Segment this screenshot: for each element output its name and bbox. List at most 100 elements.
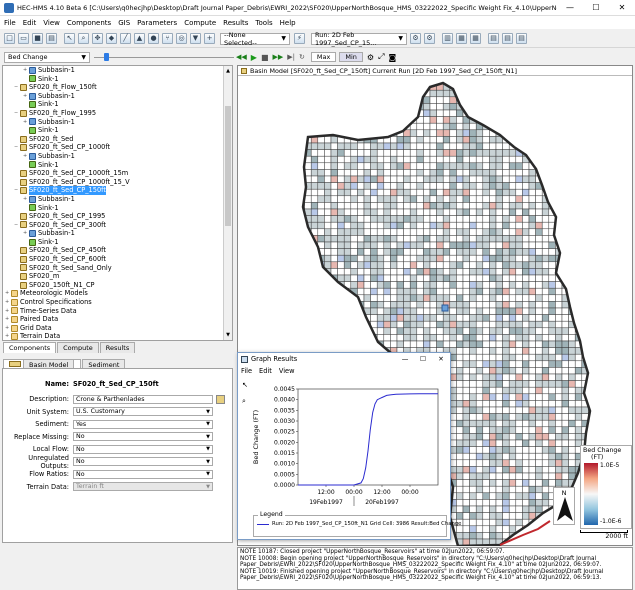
- skip-end-icon[interactable]: ▶|: [287, 53, 295, 61]
- graph-menu-edit[interactable]: Edit: [259, 367, 272, 375]
- time-slider[interactable]: [94, 52, 234, 63]
- scroll-thumb[interactable]: [225, 106, 231, 226]
- edit-description-button[interactable]: [216, 394, 225, 404]
- min-button[interactable]: Min: [339, 52, 363, 62]
- tree-basin-item[interactable]: SF020_m: [5, 272, 220, 281]
- tree-element-item[interactable]: Sink-1: [5, 126, 220, 135]
- tree-basin-item[interactable]: SF020_ft_Sed_CP_1995: [5, 212, 220, 221]
- tree-basin-item[interactable]: SF020_150ft_N1_CP: [5, 281, 220, 290]
- property-select[interactable]: Terrain ft ▼: [73, 482, 213, 491]
- stop-icon[interactable]: ■: [261, 53, 269, 62]
- junction-tool-icon[interactable]: ●: [148, 33, 159, 44]
- property-select[interactable]: No ▼: [73, 444, 213, 454]
- tree-basin-item[interactable]: − SF020_ft_Flow_1995: [5, 109, 220, 118]
- property-select[interactable]: No ▼: [73, 457, 213, 466]
- new-file-icon[interactable]: □: [4, 33, 15, 44]
- menu-help[interactable]: Help: [280, 19, 296, 27]
- tree-basin-item[interactable]: SF020_ft_Sed: [5, 135, 220, 144]
- tree-folder-item[interactable]: + Terrain Data: [5, 332, 220, 340]
- tree-basin-item[interactable]: SF020_ft_Sed_Sand_Only: [5, 264, 220, 273]
- tree-basin-item[interactable]: − SF020_ft_Sed_CP_150ft: [5, 186, 220, 195]
- menu-compute[interactable]: Compute: [184, 19, 216, 27]
- menu-view[interactable]: View: [43, 19, 60, 27]
- step-back-icon[interactable]: ◀◀: [236, 53, 247, 61]
- graph-menu-file[interactable]: File: [241, 367, 252, 375]
- description-field[interactable]: Crone & Parthenlades: [73, 394, 213, 404]
- tree-basin-item[interactable]: SF020_ft_Sed_CP_1000ft_15_V: [5, 178, 220, 187]
- settings-icon[interactable]: ⚙: [367, 53, 374, 62]
- scroll-up-icon[interactable]: ▲: [225, 68, 231, 74]
- tree-element-item[interactable]: Sink-1: [5, 161, 220, 170]
- tree-scrollbar[interactable]: ▲ ▼: [223, 66, 232, 340]
- tree-basin-item[interactable]: − SF020_ft_Sed_CP_1000ft: [5, 143, 220, 152]
- tree-element-item[interactable]: + Subbasin-1: [5, 152, 220, 161]
- minimize-button[interactable]: —: [557, 3, 583, 12]
- compute-icon[interactable]: ⚡: [294, 33, 305, 44]
- results-grid-icon[interactable]: ▤: [516, 33, 527, 44]
- loop-icon[interactable]: ↻: [299, 53, 305, 61]
- tree-element-item[interactable]: + Subbasin-1: [5, 229, 220, 238]
- graph-pointer-icon[interactable]: ↖: [242, 381, 248, 389]
- compute-all-icon[interactable]: ⚙: [424, 33, 435, 44]
- save-icon[interactable]: ■: [32, 33, 43, 44]
- property-select[interactable]: No ▼: [73, 432, 213, 441]
- tree-element-item[interactable]: + Subbasin-1: [5, 118, 220, 127]
- pointer-tool-icon[interactable]: ↖: [64, 33, 75, 44]
- camera-icon[interactable]: ◙: [388, 53, 396, 62]
- tab-results[interactable]: Results: [99, 342, 136, 353]
- subbasin-marker[interactable]: [441, 304, 449, 312]
- tree-element-item[interactable]: Sink-1: [5, 238, 220, 247]
- graph-menu-view[interactable]: View: [279, 367, 295, 375]
- property-select[interactable]: Yes ▼: [73, 419, 213, 429]
- tree-element-item[interactable]: + Subbasin-1: [5, 92, 220, 101]
- property-select[interactable]: U.S. Customary ▼: [73, 407, 213, 416]
- tab-compute[interactable]: Compute: [57, 342, 99, 353]
- tree-folder-item[interactable]: + Control Specifications: [5, 298, 220, 307]
- menu-file[interactable]: File: [4, 19, 16, 27]
- tree-basin-item[interactable]: SF020_ft_Sed_CP_450ft: [5, 246, 220, 255]
- graph-results-window[interactable]: Graph Results — ☐ ✕ File Edit View ↖ ⌕ 0…: [237, 352, 461, 540]
- tree-element-item[interactable]: + Subbasin-1: [5, 195, 220, 204]
- graph-minimize-button[interactable]: —: [396, 355, 414, 363]
- slider-thumb[interactable]: [104, 52, 109, 61]
- tab-components[interactable]: Components: [3, 342, 57, 353]
- tree-element-item[interactable]: Sink-1: [5, 75, 220, 84]
- graph-zoom-icon[interactable]: ⌕: [242, 397, 246, 406]
- tree-basin-item[interactable]: − SF020_ft_Flow_150ft: [5, 83, 220, 92]
- pan-tool-icon[interactable]: ✥: [92, 33, 103, 44]
- map-layer-combo[interactable]: Bed Change ▼: [4, 51, 90, 63]
- tree-folder-item[interactable]: + Meteorologic Models: [5, 289, 220, 298]
- tree-basin-item[interactable]: SF020_ft_Sed_CP_600ft: [5, 255, 220, 264]
- open-folder-icon[interactable]: ▭: [18, 33, 29, 44]
- play-icon[interactable]: ▶: [251, 53, 257, 62]
- tree-element-item[interactable]: Sink-1: [5, 100, 220, 109]
- run-select-combo[interactable]: Run: 2D Feb 1997_Sed_CP_15... ▼: [311, 31, 407, 47]
- subbasin-tool-icon[interactable]: ◆: [106, 33, 117, 44]
- graph-icon[interactable]: ▥: [442, 33, 453, 44]
- menu-gis[interactable]: GIS: [118, 19, 130, 27]
- menu-results[interactable]: Results: [223, 19, 248, 27]
- tree-folder-item[interactable]: + Time-Series Data: [5, 307, 220, 316]
- tree-basin-item[interactable]: SF020_ft_Sed_CP_1000ft_15m: [5, 169, 220, 178]
- menu-parameters[interactable]: Parameters: [137, 19, 177, 27]
- zoom-extent-icon[interactable]: ⤢: [378, 52, 384, 62]
- step-forward-icon[interactable]: ▶▶: [273, 53, 284, 61]
- property-select[interactable]: No ▼: [73, 469, 213, 479]
- close-button[interactable]: ✕: [609, 3, 635, 12]
- results-compare-icon[interactable]: ▤: [502, 33, 513, 44]
- max-button[interactable]: Max: [310, 52, 337, 62]
- reservoir-tool-icon[interactable]: ▲: [134, 33, 145, 44]
- graph-close-button[interactable]: ✕: [432, 355, 450, 363]
- source-tool-icon[interactable]: ◎: [176, 33, 187, 44]
- add-element-icon[interactable]: +: [204, 33, 215, 44]
- print-icon[interactable]: ▤: [46, 33, 57, 44]
- global-summary-icon[interactable]: ▤: [488, 33, 499, 44]
- menu-edit[interactable]: Edit: [23, 19, 37, 27]
- maximize-button[interactable]: ☐: [583, 3, 609, 12]
- graph-maximize-button[interactable]: ☐: [414, 355, 432, 363]
- menu-tools[interactable]: Tools: [255, 19, 272, 27]
- tree-element-item[interactable]: + Subbasin-1: [5, 66, 220, 75]
- tree-folder-item[interactable]: + Grid Data: [5, 324, 220, 333]
- menu-components[interactable]: Components: [67, 19, 111, 27]
- zoom-tool-icon[interactable]: ⌕: [78, 33, 89, 44]
